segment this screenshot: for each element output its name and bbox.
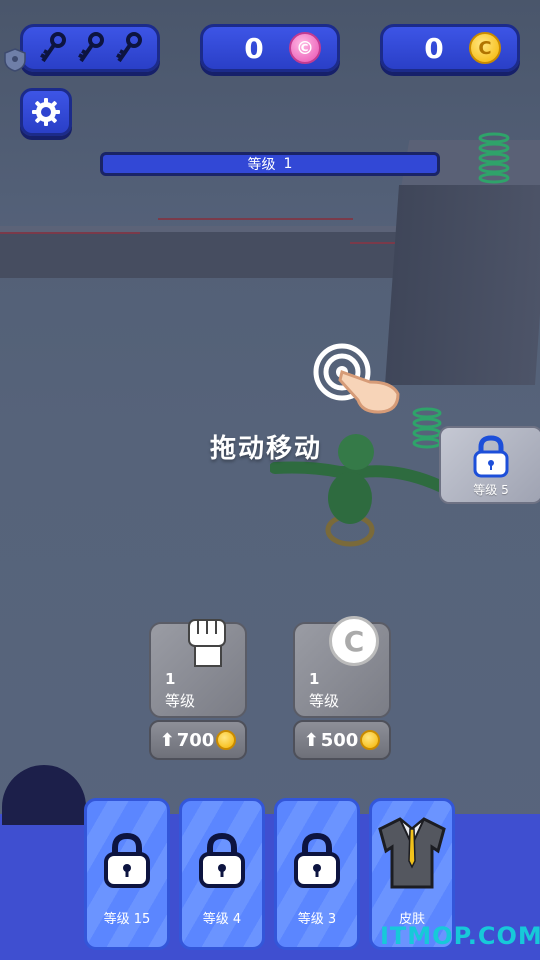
arrow-up-icon: ⬆ [303,729,319,751]
tap-hand-icon [313,343,400,414]
lock-icon [294,832,340,888]
locked-area-tile[interactable]: 等级 5 [439,426,540,504]
slot-label: 等级 3 [297,912,337,927]
spring-icon [478,132,510,184]
silhouette-decoration [2,765,86,825]
arrow-up-icon: ⬆ [159,729,175,751]
locked-slot[interactable]: 等级 15 [84,798,170,950]
gear-icon [32,98,60,126]
upgrade-power-buy-button[interactable]: ⬆ 700 [149,720,247,760]
game-stage[interactable]: 0 © 0 C 等级 1 拖动移动 等级 5 1 等级 ⬆ 700 C 1 等级… [0,0,540,960]
upgrade-power-level-label: 等级 [165,692,196,710]
gem-counter: 0 © [200,24,340,72]
scene-rail [158,218,353,220]
gem-coin-icon: © [289,32,321,64]
scene-tower [385,185,540,385]
scene-wall [0,232,410,278]
gold-coin-icon [360,730,381,750]
locked-slot[interactable]: 等级 4 [179,798,265,950]
keys-panel [20,24,160,72]
settings-button[interactable] [20,88,72,136]
watermark: ITMOP.COM [380,922,540,950]
upgrade-power-card[interactable]: 1 等级 [149,619,247,718]
locked-area-label: 等级 5 [473,482,509,497]
level-value: 1 [283,156,293,172]
key-icon [40,32,66,63]
locked-slot[interactable]: 等级 3 [274,798,360,950]
coin-c-icon: C [329,616,379,666]
coin-counter: 0 C [380,24,520,72]
key-icon [116,32,142,63]
upgrade-income-level: 1 [309,670,320,688]
gem-count: 0 [244,31,264,65]
upgrade-power-level: 1 [165,670,176,688]
key-icon [78,32,104,63]
fist-icon [188,619,226,667]
lock-icon [473,434,509,477]
upgrade-income-level-label: 等级 [309,692,340,710]
lock-icon [104,832,150,888]
suit-icon [378,817,446,889]
slot-label: 等级 4 [202,912,242,927]
shield-icon[interactable] [4,48,26,72]
slot-label: 等级 15 [103,912,151,927]
level-progress-bar: 等级 1 [100,152,440,176]
scene-rail [0,232,140,234]
upgrade-income-price: 500 [320,729,359,751]
gold-coin-icon: C [469,32,501,64]
coin-count: 0 [424,31,444,65]
upgrade-income-buy-button[interactable]: ⬆ 500 [293,720,391,760]
gold-coin-icon [216,730,237,750]
level-label: 等级 [247,157,276,173]
upgrade-income-card[interactable]: C 1 等级 [293,616,391,718]
lock-icon [199,832,245,888]
upgrade-power-price: 700 [176,729,215,751]
